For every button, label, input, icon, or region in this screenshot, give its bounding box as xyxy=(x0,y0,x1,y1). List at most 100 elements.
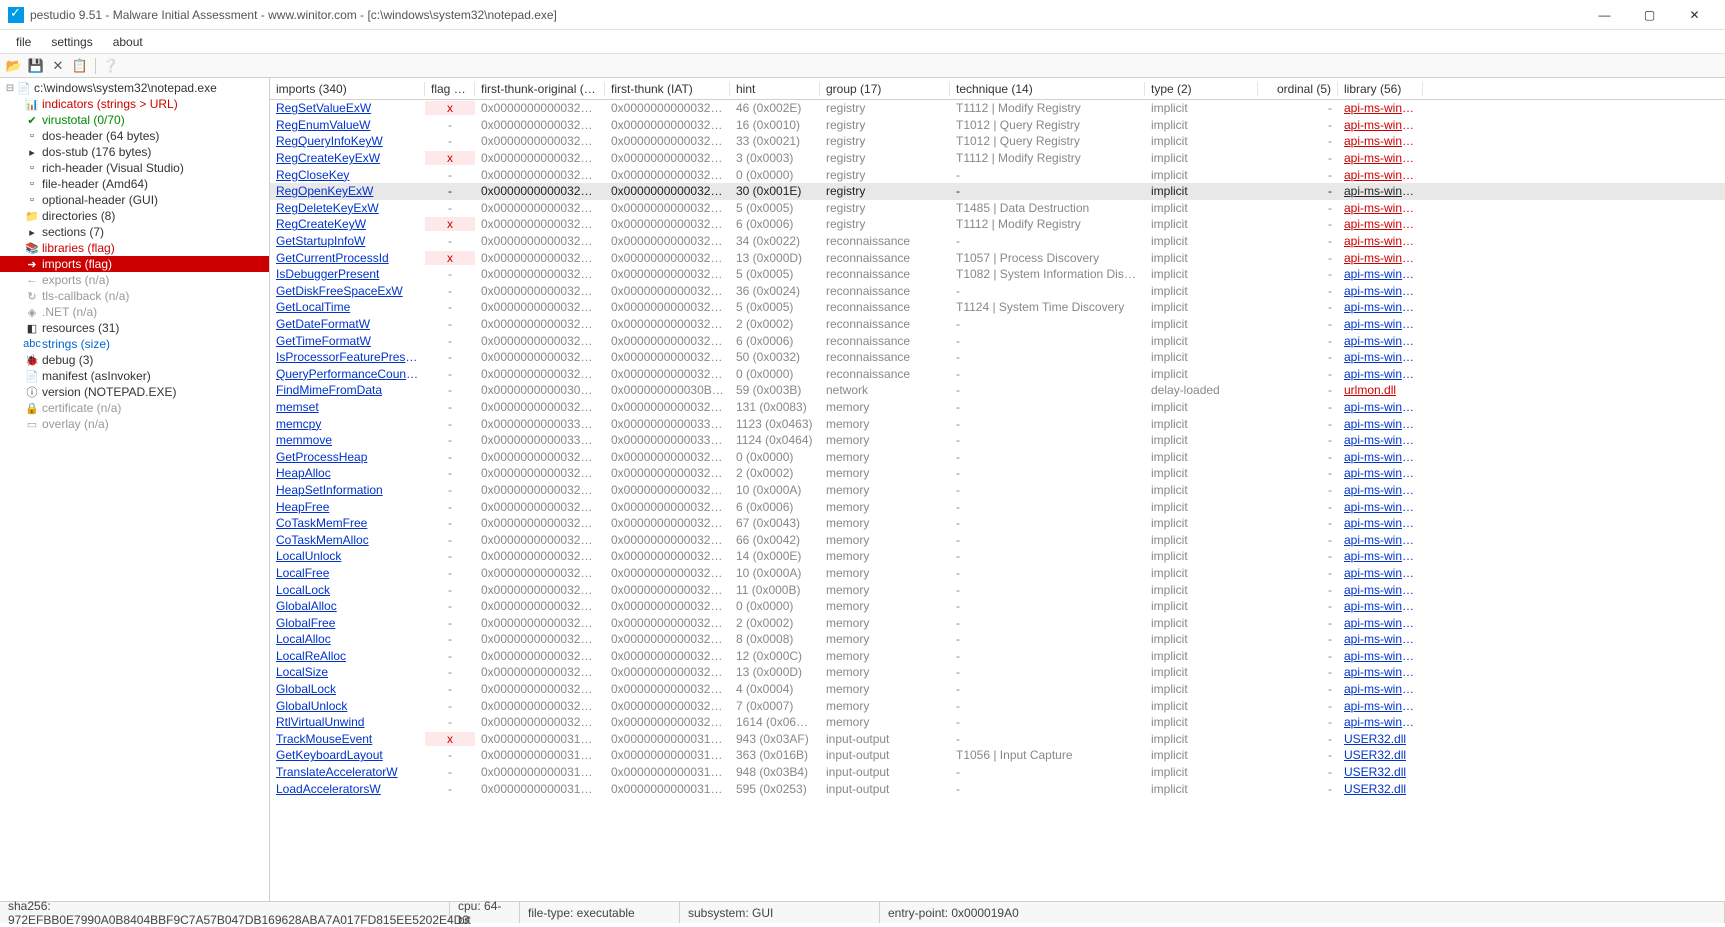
tree-item-icon: ⓘ xyxy=(24,385,40,399)
table-row[interactable]: RegQueryInfoKeyW-0x0000000000032B380x000… xyxy=(270,133,1725,150)
col-iat[interactable]: first-thunk (IAT) xyxy=(605,82,730,96)
menu-about[interactable]: about xyxy=(103,33,153,51)
tree-panel[interactable]: ⊟ 📄 c:\windows\system32\notepad.exe 📊ind… xyxy=(0,78,270,901)
table-row[interactable]: FindMimeFromData-0x0000000000030B07F20x0… xyxy=(270,382,1725,399)
minimize-button[interactable]: — xyxy=(1582,1,1627,29)
table-row[interactable]: LocalFree-0x00000000000328480x0000000000… xyxy=(270,565,1725,582)
table-row[interactable]: LocalAlloc-0x00000000000328540x000000000… xyxy=(270,631,1725,648)
table-row[interactable]: GlobalAlloc-0x0000000000032B060x00000000… xyxy=(270,598,1725,615)
tree-item[interactable]: ▭overlay (n/a) xyxy=(0,416,269,432)
table-row[interactable]: RegOpenKeyExW-0x0000000000032A8A0x000000… xyxy=(270,183,1725,200)
cell-type: implicit xyxy=(1145,350,1258,364)
cell-group: input-output xyxy=(820,765,950,779)
tree-item[interactable]: ▫rich-header (Visual Studio) xyxy=(0,160,269,176)
table-row[interactable]: GlobalFree-0x00000000000327520x000000000… xyxy=(270,614,1725,631)
table-row[interactable]: QueryPerformanceCounter-0x0000000000032D… xyxy=(270,366,1725,383)
tree-item[interactable]: ▫dos-header (64 bytes) xyxy=(0,128,269,144)
help-icon[interactable]: ❔ xyxy=(101,56,121,76)
col-library[interactable]: library (56) xyxy=(1338,82,1423,96)
tree-item[interactable]: ◧resources (31) xyxy=(0,320,269,336)
tree-item[interactable]: ✔virustotal (0/70) xyxy=(0,112,269,128)
table-row[interactable]: HeapFree-0x000000000003239A0x00000000000… xyxy=(270,498,1725,515)
tree-item[interactable]: ▫optional-header (GUI) xyxy=(0,192,269,208)
table-row[interactable]: memset-0x000000000003232C0x0000000000032… xyxy=(270,399,1725,416)
cell-hint: 6 (0x0006) xyxy=(730,500,820,514)
tree-item[interactable]: ➜imports (flag) xyxy=(0,256,269,272)
table-row[interactable]: GetCurrentProcessIdx0x00000000000325EE0x… xyxy=(270,249,1725,266)
table-row[interactable]: LocalReAlloc-0x0000000000032A100x0000000… xyxy=(270,648,1725,665)
table-row[interactable]: memcpy-0x00000000000335F40x0000000000033… xyxy=(270,415,1725,432)
table-row[interactable]: HeapSetInformation-0x000000000003280E0x0… xyxy=(270,482,1725,499)
cell-technique: - xyxy=(950,234,1145,248)
table-row[interactable]: RtlVirtualUnwind-0x0000000000032CD80x000… xyxy=(270,714,1725,731)
table-row[interactable]: IsProcessorFeaturePresent-0x000000000003… xyxy=(270,349,1725,366)
tree-item[interactable]: ▫file-header (Amd64) xyxy=(0,176,269,192)
collapse-icon[interactable]: ⊟ xyxy=(4,83,16,94)
table-row[interactable]: IsDebuggerPresent-0x00000000000326380x00… xyxy=(270,266,1725,283)
table-row[interactable]: GetDateFormatW-0x00000000000328EA0x00000… xyxy=(270,316,1725,333)
col-int[interactable]: first-thunk-original (INT) xyxy=(475,82,605,96)
table-row[interactable]: RegCreateKeyWx0x0000000000032A6C0x000000… xyxy=(270,216,1725,233)
maximize-button[interactable]: ▢ xyxy=(1627,1,1672,29)
cell-import-name: RegQueryInfoKeyW xyxy=(270,134,425,148)
table-row[interactable]: GetKeyboardLayout-0x0000000000031C4E0x00… xyxy=(270,747,1725,764)
tree-item[interactable]: 🔒certificate (n/a) xyxy=(0,400,269,416)
table-row[interactable]: RegSetValueExWx0x0000000000032A460x00000… xyxy=(270,100,1725,117)
table-row[interactable]: LocalSize-0x0000000000032A9A0x0000000000… xyxy=(270,664,1725,681)
close-file-icon[interactable]: ✕ xyxy=(48,56,68,76)
table-row[interactable]: TranslateAcceleratorW-0x0000000000031C8E… xyxy=(270,764,1725,781)
tree-item[interactable]: ▸sections (7) xyxy=(0,224,269,240)
grid-body[interactable]: RegSetValueExWx0x0000000000032A460x00000… xyxy=(270,100,1725,901)
table-row[interactable]: TrackMouseEventx0x0000000000031B1A0x0000… xyxy=(270,731,1725,748)
table-row[interactable]: HeapAlloc-0x000000000003258E0x0000000000… xyxy=(270,465,1725,482)
tree-item[interactable]: 🐞debug (3) xyxy=(0,352,269,368)
menu-file[interactable]: file xyxy=(6,33,41,51)
col-type[interactable]: type (2) xyxy=(1145,82,1258,96)
table-row[interactable]: GetDiskFreeSpaceExW-0x0000000000032B740x… xyxy=(270,283,1725,300)
cell-import-name: IsProcessorFeaturePresent xyxy=(270,350,425,364)
table-row[interactable]: RegCloseKey-0x0000000000032A7C0x00000000… xyxy=(270,166,1725,183)
table-row[interactable]: CoTaskMemAlloc-0x00000000000326BC0x00000… xyxy=(270,531,1725,548)
table-row[interactable]: LocalUnlock-0x000000000003295C0x00000000… xyxy=(270,548,1725,565)
table-row[interactable]: RegEnumValueW-0x0000000000032B4C0x000000… xyxy=(270,117,1725,134)
table-row[interactable]: LoadAcceleratorsW-0x0000000000031E1E0x00… xyxy=(270,780,1725,797)
tree-item[interactable]: 📊indicators (strings > URL) xyxy=(0,96,269,112)
table-row[interactable]: RegDeleteKeyExW-0x0000000000032B260x0000… xyxy=(270,200,1725,217)
tree-item[interactable]: ←exports (n/a) xyxy=(0,272,269,288)
table-row[interactable]: LocalLock-0x00000000000329460x0000000000… xyxy=(270,581,1725,598)
tree-item[interactable]: 📚libraries (flag) xyxy=(0,240,269,256)
table-row[interactable]: memmove-0x00000000000335FE0x000000000003… xyxy=(270,432,1725,449)
col-group[interactable]: group (17) xyxy=(820,82,950,96)
table-row[interactable]: GetStartupInfoW-0x0000000000032AA60x0000… xyxy=(270,233,1725,250)
cell-technique: - xyxy=(950,417,1145,431)
table-row[interactable]: GetTimeFormatW-0x00000000000328FC0x00000… xyxy=(270,332,1725,349)
table-row[interactable]: GetLocalTime-0x00000000000328DA0x0000000… xyxy=(270,299,1725,316)
tree-item[interactable]: ▸dos-stub (176 bytes) xyxy=(0,144,269,160)
col-technique[interactable]: technique (14) xyxy=(950,82,1145,96)
col-hint[interactable]: hint xyxy=(730,82,820,96)
table-row[interactable]: GetProcessHeap-0x00000000000326040x00000… xyxy=(270,448,1725,465)
menu-settings[interactable]: settings xyxy=(41,33,102,51)
table-row[interactable]: CoTaskMemFree-0x000000000003264C0x000000… xyxy=(270,515,1725,532)
table-row[interactable]: GlobalLock-0x0000000000032AE80x000000000… xyxy=(270,681,1725,698)
tree-item[interactable]: abcstrings (size) xyxy=(0,336,269,352)
cell-hint: 16 (0x0010) xyxy=(730,118,820,132)
col-ordinal[interactable]: ordinal (5) xyxy=(1258,82,1338,96)
tree-item[interactable]: 📄manifest (asInvoker) xyxy=(0,368,269,384)
tree-item[interactable]: ⓘversion (NOTEPAD.EXE) xyxy=(0,384,269,400)
col-flag[interactable]: flag (43) xyxy=(425,82,475,96)
tree-item[interactable]: ↻tls-callback (n/a) xyxy=(0,288,269,304)
tree-root[interactable]: ⊟ 📄 c:\windows\system32\notepad.exe xyxy=(0,80,269,96)
cell-ordinal: - xyxy=(1258,433,1338,447)
tree-item[interactable]: ◈.NET (n/a) xyxy=(0,304,269,320)
save-icon[interactable]: 💾 xyxy=(26,56,46,76)
cell-group: memory xyxy=(820,400,950,414)
copy-icon[interactable]: 📋 xyxy=(70,56,90,76)
tree-item[interactable]: 📁directories (8) xyxy=(0,208,269,224)
col-imports[interactable]: imports (340) xyxy=(270,82,425,96)
table-row[interactable]: GlobalUnlock-0x0000000000032AF60x0000000… xyxy=(270,697,1725,714)
table-row[interactable]: RegCreateKeyExWx0x0000000000032B140x0000… xyxy=(270,150,1725,167)
cell-group: reconnaissance xyxy=(820,234,950,248)
open-file-icon[interactable]: 📂 xyxy=(4,56,24,76)
close-button[interactable]: ✕ xyxy=(1672,1,1717,29)
